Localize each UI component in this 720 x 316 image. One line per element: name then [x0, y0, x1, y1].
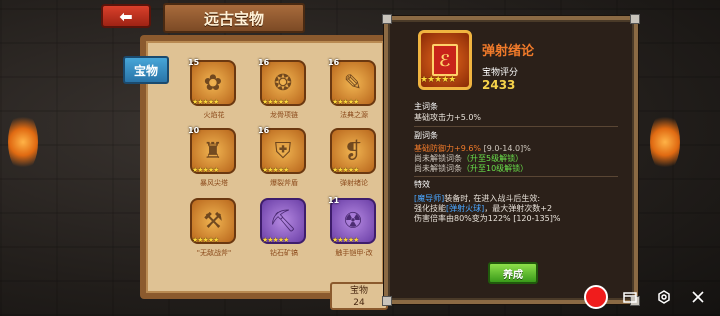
folder-icon[interactable] — [622, 289, 638, 305]
flower-icon: ✿ — [203, 70, 223, 96]
item-level: 11 — [328, 196, 340, 205]
item-stars: ★★★★★ — [262, 236, 289, 244]
item-name: 法典之源 — [340, 111, 368, 119]
item-name: "无敌战斧" — [196, 249, 232, 257]
total-score-tab: 宝物 24 — [330, 282, 388, 310]
corner-rivet — [630, 14, 640, 24]
corner-rivet — [382, 14, 392, 24]
divider — [414, 176, 618, 177]
back-button[interactable]: ⬅ — [101, 4, 151, 28]
sub-attr-header: 副词条 — [414, 131, 438, 140]
effect-text: ，最大弹射次数+2 — [484, 204, 553, 213]
scroll-icon: ✎ — [343, 70, 363, 96]
treasure-item[interactable]: ⛨ 16 ★★★★★ 爆裂斧盾 — [256, 126, 312, 192]
sub-attr-row: 基础防御力+9.6% [9.0-14.0]% — [414, 144, 531, 154]
item-level: 15 — [188, 58, 200, 67]
main-attr-value: 基础攻击力+5.0% — [414, 113, 482, 122]
effect-header: 特效 — [414, 180, 430, 189]
item-name: 爆裂斧盾 — [270, 179, 298, 187]
main-attr-header: 主词条 — [414, 102, 438, 111]
treasure-item[interactable]: ⛏ ★★★★★ 钻石矿镐 — [256, 198, 312, 262]
arrow-left-icon: ⬅ — [119, 6, 133, 26]
effect-line: 伤害倍率由80%变为122% [120-135]% — [414, 214, 561, 223]
score-label: 宝物评分 — [482, 68, 519, 78]
treasure-name: 弹射绪论 — [482, 44, 535, 59]
torch-right — [650, 112, 680, 172]
treasure-item[interactable]: ✿ 15 ★★★★★ 火焰花 — [186, 58, 242, 124]
locked-attr-text: 尚未解锁词条 — [414, 164, 462, 173]
treasure-item[interactable]: ♜ 10 ★★★★★ 暴风尖塔 — [186, 126, 242, 192]
total-score-value: 24 — [353, 298, 365, 308]
treasure-stars: ★★★★★ — [420, 75, 456, 85]
effect-role: [魔导师] — [414, 194, 445, 203]
item-level: 10 — [188, 126, 200, 135]
item-level: 16 — [328, 58, 340, 67]
divider — [414, 126, 618, 127]
item-stars: ★★★★★ — [262, 98, 289, 106]
close-icon[interactable] — [690, 289, 706, 305]
locked-attr-row: 尚未解锁词条（升至10级解锁） — [414, 164, 528, 174]
item-level: 16 — [258, 58, 270, 67]
item-level: 16 — [258, 126, 270, 135]
item-stars: ★★★★★ — [192, 236, 219, 244]
item-stars: ★★★★★ — [192, 98, 219, 106]
item-stars: ★★★★★ — [332, 166, 359, 174]
axe-icon: ⚒ — [203, 208, 223, 234]
item-stars: ★★★★★ — [332, 236, 359, 244]
treasure-item[interactable]: ⚒ ★★★★★ "无敌战斧" — [186, 198, 242, 262]
page-title: 远古宝物 — [163, 3, 305, 33]
effect-skill: [弹射火球] — [446, 204, 485, 213]
screen-recorder-bar — [576, 283, 720, 313]
treasure-item[interactable]: ✎ 16 ★★★★★ 法典之源 — [326, 58, 382, 124]
locked-attr-row: 尚未解锁词条（升至5级解锁） — [414, 154, 523, 164]
effect-text: 强化技能 — [414, 204, 446, 213]
total-score-label: 宝物 — [349, 286, 368, 296]
tab-treasure[interactable]: 宝物 — [123, 56, 169, 84]
item-name: 暴风尖塔 — [200, 179, 228, 187]
item-name: 触手铠甲·改 — [335, 249, 373, 257]
torch-left — [8, 112, 38, 172]
treasure-item[interactable]: ❡ ★★★★★ 弹射绪论 — [326, 128, 382, 192]
record-icon[interactable] — [584, 285, 608, 309]
settings-icon[interactable] — [656, 289, 672, 305]
octopus-icon: ☢ — [343, 208, 363, 234]
treasure-detail-popup: ℰ ★★★★★ 弹射绪论 宝物评分 2433 主词条 基础攻击力+5.0% 副词… — [382, 14, 640, 306]
item-stars: ★★★★★ — [192, 166, 219, 174]
effect-line: 强化技能[弹射火球]，最大弹射次数+2 — [414, 204, 552, 214]
sub-attr-range: [9.0-14.0]% — [481, 144, 531, 153]
treasure-item[interactable]: ❂ 16 ★★★★★ 龙骨项链 — [256, 58, 312, 124]
locked-attr-hint: （升至5级解锁） — [462, 154, 524, 163]
necklace-icon: ❂ — [273, 70, 293, 96]
item-stars: ★★★★★ — [262, 166, 289, 174]
tower-icon: ♜ — [203, 138, 223, 164]
pickaxe-icon: ⛏ — [269, 208, 297, 234]
item-name: 龙骨项链 — [270, 111, 298, 119]
item-name: 火焰花 — [203, 111, 225, 119]
corner-rivet — [382, 296, 392, 306]
item-stars: ★★★★★ — [332, 98, 359, 106]
sub-attr-value: 基础防御力+9.6% — [414, 144, 482, 153]
treasure-item[interactable]: ☢ 11 ★★★★★ 触手铠甲·改 — [326, 196, 382, 262]
locked-attr-text: 尚未解锁词条 — [414, 154, 462, 163]
shield-icon: ⛨ — [274, 138, 292, 164]
item-name: 钻石矿镐 — [270, 249, 298, 257]
effect-text: 装备时, 在进入战斗后生效: — [444, 194, 541, 203]
book-icon: ❡ — [343, 138, 363, 164]
locked-attr-hint: （升至10级解锁） — [462, 164, 529, 173]
effect-line: [魔导师]装备时, 在进入战斗后生效: — [414, 194, 540, 204]
item-name: 弹射绪论 — [340, 179, 368, 187]
train-button[interactable]: 养成 — [488, 262, 538, 284]
score-value: 2433 — [482, 78, 516, 92]
